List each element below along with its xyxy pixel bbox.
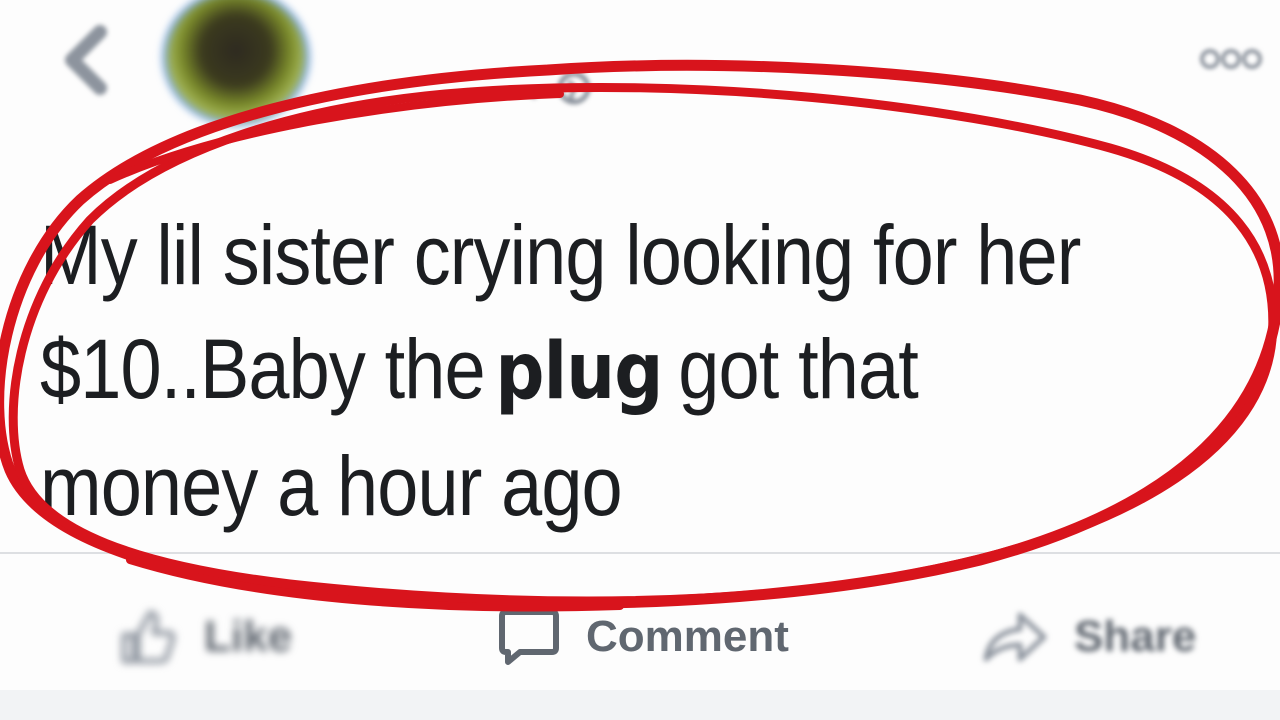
post-text-line-1: My lil sister crying looking for her xyxy=(40,208,1081,302)
avatar[interactable] xyxy=(162,0,310,126)
post-header xyxy=(0,0,1280,150)
like-label: Like xyxy=(204,612,293,661)
facebook-post-screenshot: My lil sister crying looking for her $10… xyxy=(0,0,1280,720)
post-text-line-3: money a hour ago xyxy=(40,439,623,533)
thumbs-up-icon xyxy=(121,610,176,664)
more-icon[interactable] xyxy=(1198,46,1264,72)
comment-button[interactable]: Comment xyxy=(498,602,789,672)
like-button[interactable]: Like xyxy=(118,602,292,672)
share-arrow-icon xyxy=(983,612,1047,662)
comment-icon xyxy=(499,609,559,665)
post-text-line-2: $10..Baby the plug got that xyxy=(40,312,1105,429)
post-text-line-2-start: $10..Baby the xyxy=(40,322,486,416)
post-action-bar: Like Comment Share xyxy=(0,560,1280,700)
globe-icon xyxy=(531,72,591,105)
share-button[interactable]: Share xyxy=(982,602,1196,672)
divider xyxy=(0,552,1280,554)
bottom-strip xyxy=(0,690,1280,720)
share-label: Share xyxy=(1074,612,1197,661)
post-text-emphasis: plug xyxy=(495,327,663,417)
chevron-left-icon[interactable] xyxy=(52,20,122,100)
post-body-text: My lil sister crying looking for her $10… xyxy=(40,198,1105,543)
post-text-line-2-end: got that xyxy=(678,322,918,416)
comment-label: Comment xyxy=(586,612,789,661)
